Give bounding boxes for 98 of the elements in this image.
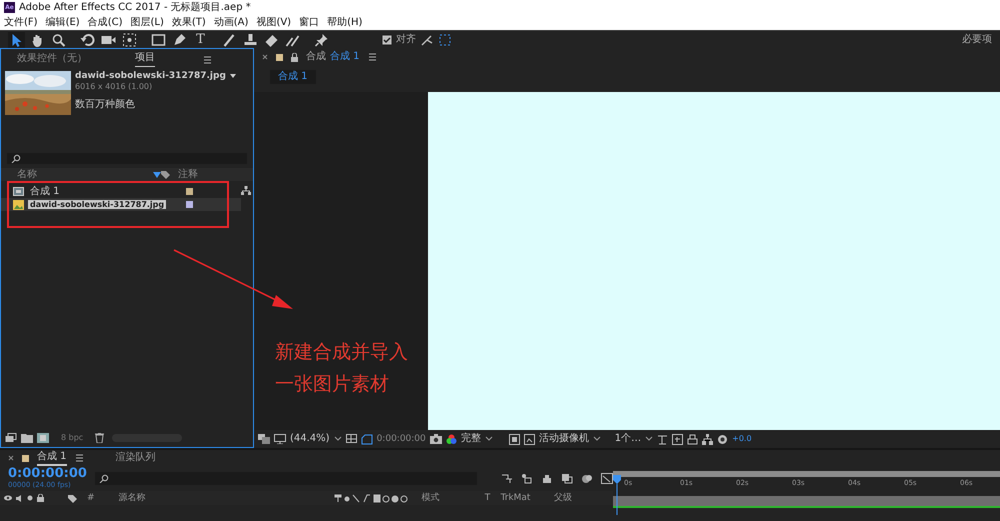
trash-icon[interactable] [95, 433, 104, 443]
caret-icon[interactable] [645, 436, 654, 442]
column-header[interactable]: 名称 [17, 168, 153, 180]
solo-icon[interactable] [27, 495, 33, 501]
snap-grid-icon[interactable] [438, 32, 452, 46]
caret-icon[interactable] [230, 73, 236, 80]
new-composition-icon[interactable] [5, 433, 17, 443]
menu-item[interactable]: 效果(T) [172, 16, 206, 28]
eye-icon[interactable] [4, 495, 12, 501]
composition-icon [13, 187, 24, 196]
camera-dropdown[interactable]: 活动摄像机 [538, 433, 589, 445]
source-name-header[interactable]: 源名称 [118, 492, 330, 504]
checkbox[interactable] [382, 34, 392, 44]
workspace-label[interactable]: 必要项 [962, 34, 1000, 46]
search-field[interactable] [94, 472, 477, 485]
caret-icon[interactable] [334, 436, 342, 442]
text-tool-button[interactable]: T [192, 32, 209, 48]
image-icon [13, 200, 24, 210]
label-color-chip [22, 454, 29, 462]
close-icon[interactable] [262, 54, 268, 60]
speaker-icon[interactable] [16, 494, 23, 502]
grid-icon[interactable] [346, 434, 357, 444]
graph-editor-icon[interactable] [601, 473, 613, 484]
menu-item[interactable]: 文件(F) [4, 16, 38, 28]
search-icon[interactable] [50, 32, 67, 48]
project-item-name[interactable]: 合成 1 [28, 186, 62, 198]
folder-icon[interactable] [21, 433, 33, 443]
project-item-name[interactable]: dawid-sobolewski-312787.jpg [28, 200, 166, 210]
composition-title[interactable]: 合成 1 [330, 51, 360, 63]
parent-header[interactable]: 父级 [554, 492, 614, 504]
caret-icon[interactable] [592, 436, 601, 442]
close-icon[interactable] [8, 455, 14, 461]
rectangle-icon[interactable] [150, 32, 167, 48]
label-color-chip [276, 54, 283, 60]
search-icon [11, 154, 21, 163]
menu-icon[interactable] [368, 52, 377, 62]
lock-icon[interactable] [37, 494, 44, 502]
tag-icon[interactable] [161, 170, 170, 179]
sort-icon[interactable] [153, 172, 161, 178]
exposure-icon[interactable] [717, 434, 728, 444]
search-field[interactable] [7, 153, 247, 164]
motion-blur-icon[interactable] [581, 473, 593, 484]
label-color-chip[interactable] [186, 188, 193, 195]
file-name: dawid-sobolewski-312787.jpg [75, 71, 226, 82]
quality-dropdown[interactable]: 完整 [460, 433, 481, 445]
window-title: Adobe After Effects CC 2017 - 无标题项目.aep * [19, 2, 251, 14]
shy-layers-icon[interactable] [541, 473, 553, 484]
camera-icon[interactable] [430, 434, 442, 444]
region-icon[interactable] [508, 434, 520, 444]
menu-item[interactable]: 图层(L) [130, 16, 164, 28]
caret-icon[interactable] [484, 436, 493, 442]
current-time[interactable]: 0:00:00:00 [8, 467, 87, 482]
annotation-text: 新建合成并导入 [275, 340, 408, 365]
pin-icon[interactable] [313, 32, 330, 48]
track-matte-header[interactable]: TrkMat [500, 492, 550, 504]
mask-icon[interactable] [360, 434, 373, 444]
panel-tab[interactable]: 项目 [135, 49, 155, 67]
menu-item[interactable]: 编辑(E) [46, 16, 80, 28]
label-color-chip[interactable] [186, 201, 193, 208]
panel-tab[interactable]: 效果控件（无） [17, 50, 87, 67]
timecode-button[interactable]: 0:00:00:00 [376, 434, 426, 444]
menu-item[interactable]: 视图(V) [256, 16, 292, 28]
rotate-icon[interactable] [79, 32, 96, 48]
monitor-icon[interactable] [274, 434, 286, 444]
frame-blending-icon[interactable] [561, 473, 573, 484]
track-matte-t-header[interactable]: T [484, 492, 497, 504]
panel-tab[interactable]: 渲染队列 [116, 451, 156, 465]
menu-item[interactable]: 合成(C) [88, 16, 122, 28]
file-dimensions: 6016 x 4016 (1.00) [75, 82, 154, 92]
bit-depth-button[interactable]: 8 bpc [61, 433, 84, 443]
column-header[interactable]: 注释 [178, 168, 198, 180]
exposure-value[interactable]: +0.0 [732, 434, 752, 444]
view-layout-dropdown[interactable]: 1个… [614, 433, 642, 445]
annotation-text: 一张图片素材 [275, 372, 390, 397]
menu-item[interactable]: 帮助(H) [327, 16, 362, 28]
mode-header[interactable]: 模式 [422, 492, 481, 504]
playhead-handle[interactable] [613, 475, 621, 515]
dashed-square-icon[interactable] [121, 32, 138, 48]
layer-switches-icons[interactable] [334, 494, 408, 502]
color-depth: 数百万种颜色 [75, 99, 136, 112]
search-icon [98, 474, 109, 483]
lock-icon[interactable] [291, 52, 298, 62]
viewer-tab[interactable]: 合成 1 [270, 70, 316, 84]
menu-icon[interactable] [74, 453, 84, 463]
flowchart-icon[interactable] [702, 434, 714, 444]
layer-number-header[interactable]: # [87, 492, 115, 504]
flowchart-icon[interactable] [241, 186, 251, 196]
rgb-channels-icon[interactable] [446, 434, 457, 444]
panel-tab[interactable]: 合成 1 [37, 450, 67, 466]
tag-icon[interactable] [68, 494, 77, 502]
snap-label: 对齐 [396, 34, 416, 46]
comp-flowchart-icon[interactable] [687, 434, 698, 444]
panel-label: 合成 [306, 51, 326, 63]
menu-item[interactable]: 窗口 [299, 16, 320, 28]
layers-icon[interactable] [258, 434, 270, 444]
menu-item[interactable]: 动画(A) [214, 16, 248, 28]
stamp-icon[interactable] [242, 32, 259, 48]
zoom-dropdown[interactable]: (44.4%) [290, 433, 330, 445]
